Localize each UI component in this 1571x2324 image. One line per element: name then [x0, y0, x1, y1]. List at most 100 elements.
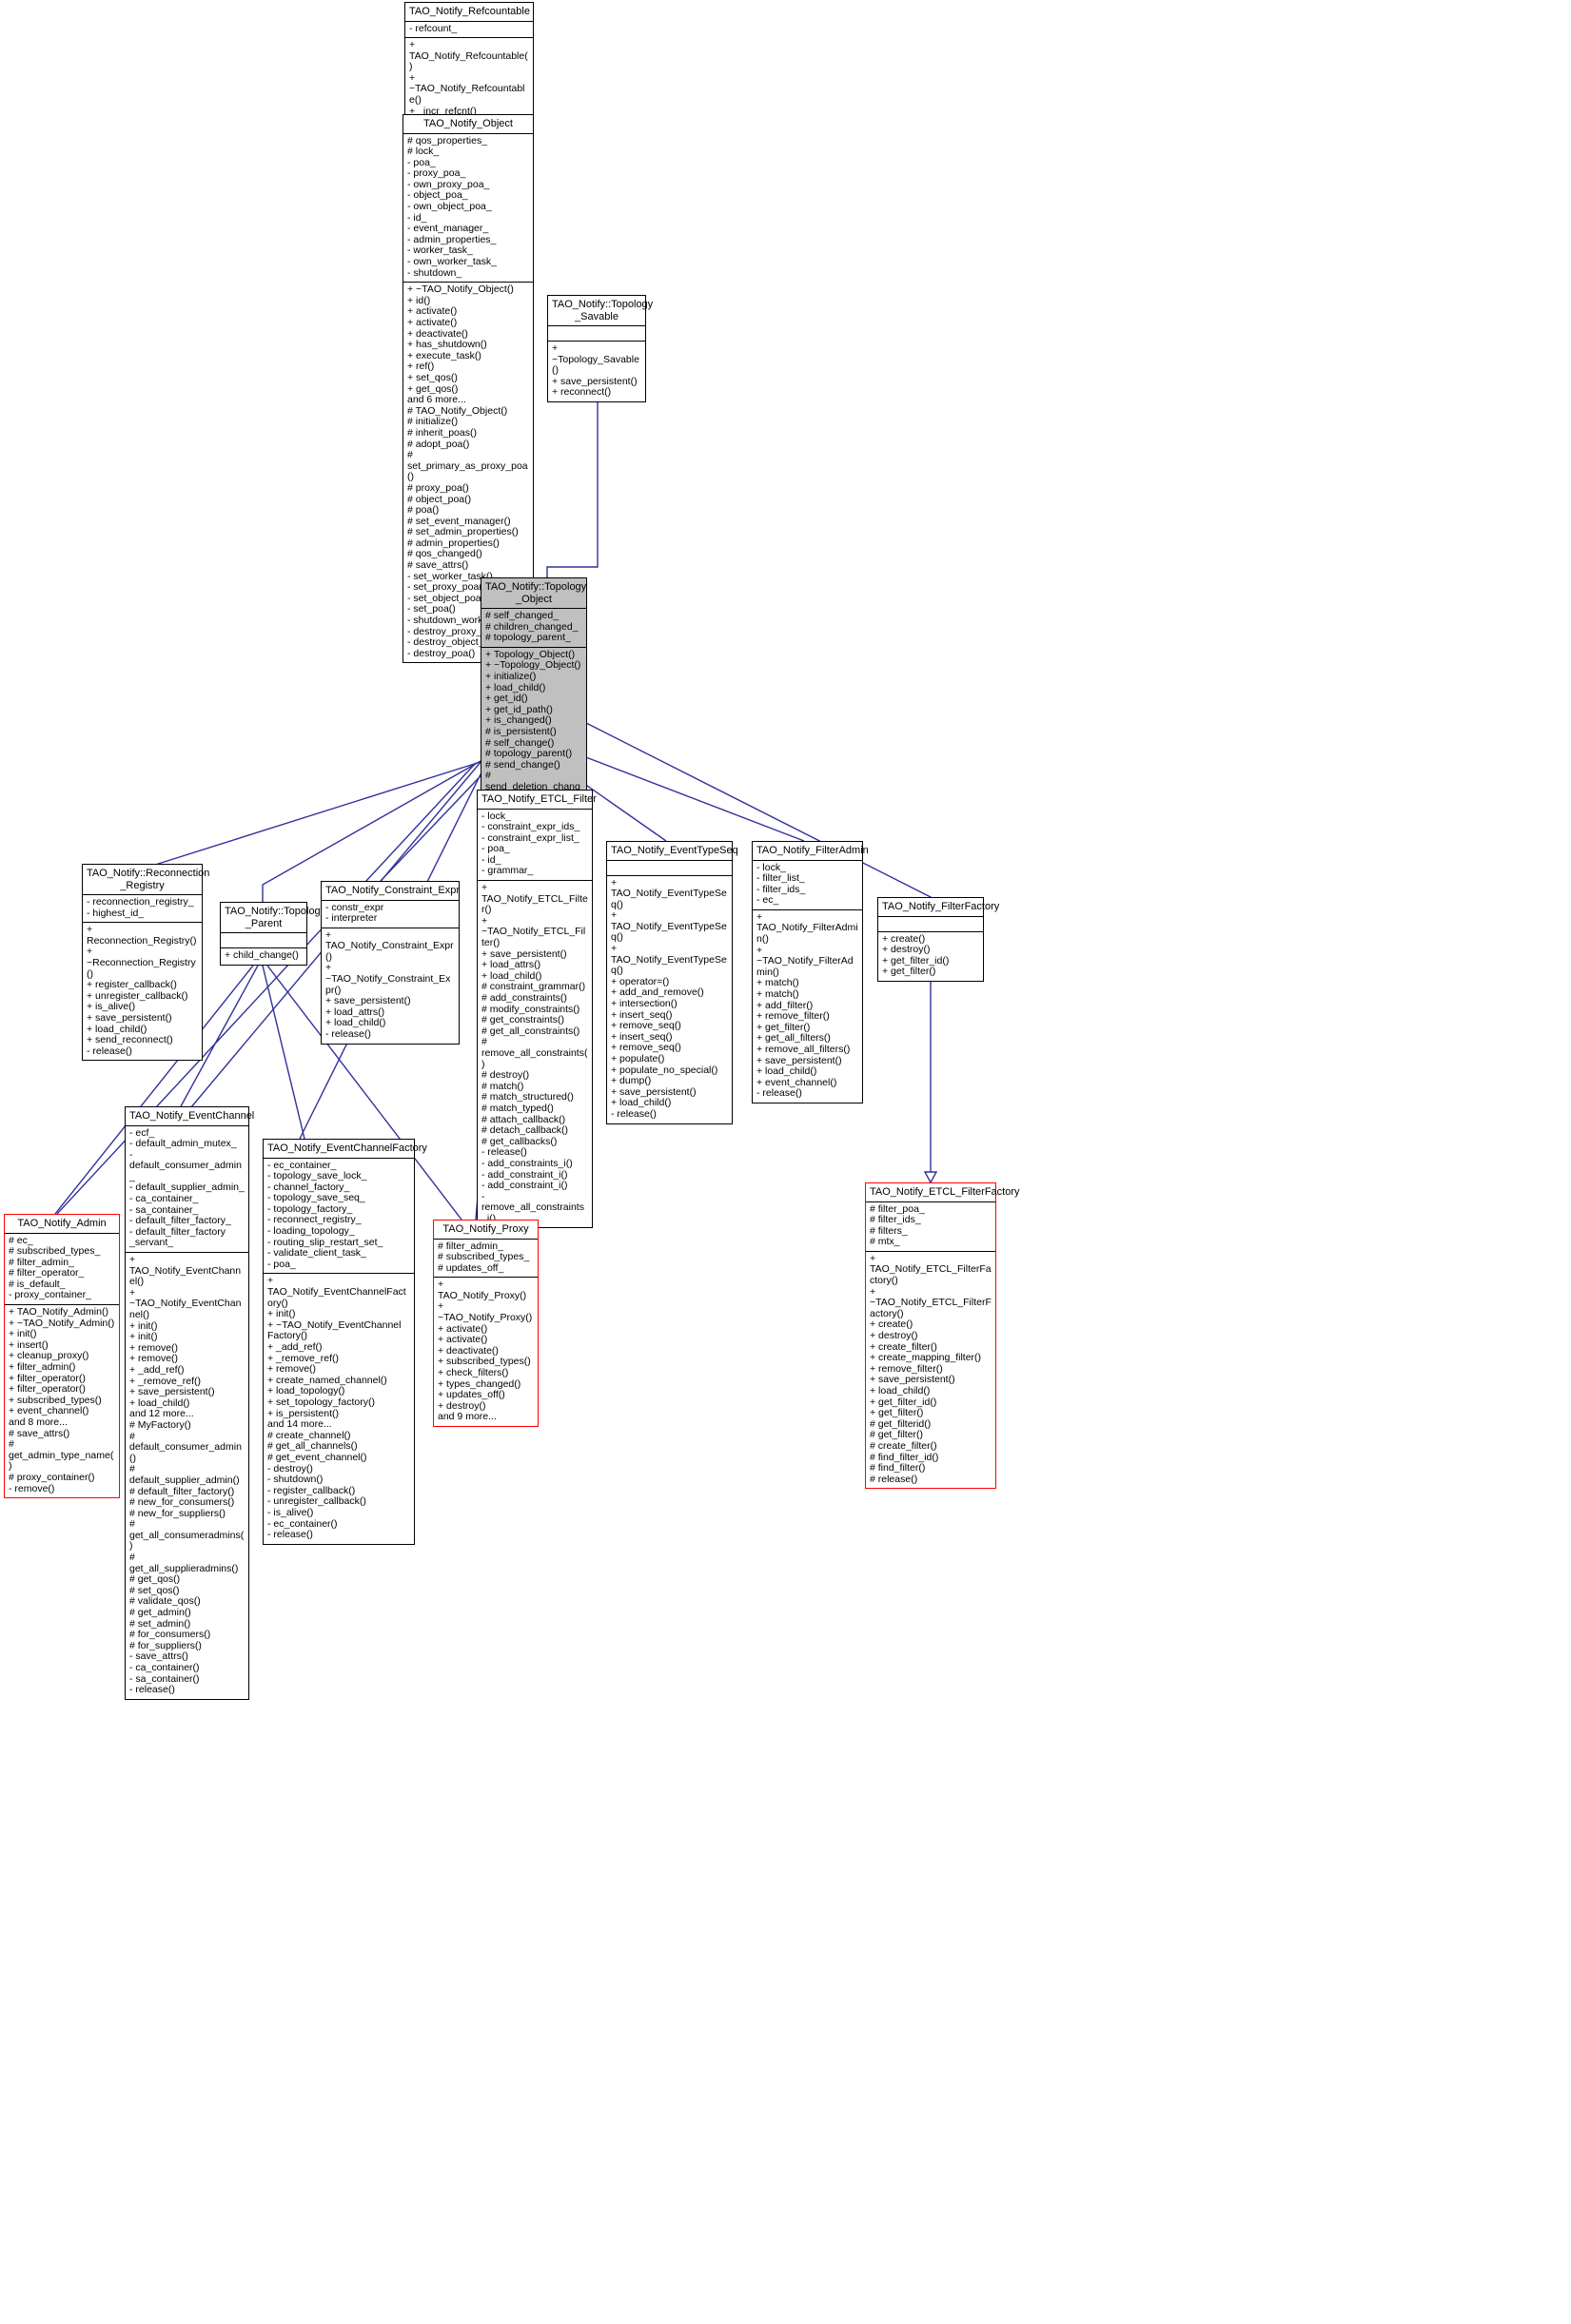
operation-row: + populate(): [611, 1053, 665, 1064]
operations-compartment: + TAO_Notify_ETCL_FilterFactory() + ~TAO_…: [866, 1252, 995, 1488]
operation-row: + ~TAO_Notify_FilterAdmin(): [756, 944, 854, 978]
attribute-row: - own_object_poa_: [407, 201, 492, 213]
operation-row: # proxy_poa(): [407, 481, 469, 494]
attributes-compartment: - ecf_ - default_admin_mutex_ - default_co…: [126, 1126, 248, 1254]
attributes-compartment: [221, 933, 306, 948]
operation-row: + _add_ref(): [129, 1363, 185, 1376]
operation-row: + save_persistent(): [129, 1386, 215, 1398]
attribute-row: - reconnection_registry_: [87, 896, 194, 908]
attributes-compartment: - reconnection_registry_ - highest_id_: [83, 895, 202, 924]
attribute-row: - filter_list_: [756, 872, 805, 885]
operation-row: - release(): [87, 1045, 132, 1057]
class-box-reconnection-registry[interactable]: TAO_Notify::Reconnection _Registry - rec…: [82, 864, 209, 1062]
operation-row: + _add_ref(): [267, 1341, 323, 1353]
operation-row: # find_filter(): [870, 1462, 926, 1474]
operation-row: # save_attrs(): [407, 559, 469, 572]
attributes-compartment: [548, 326, 645, 342]
class-box-topology-savable[interactable]: TAO_Notify::Topology _Savable + ~Topolog…: [547, 295, 653, 402]
operation-row: + register_callback(): [87, 979, 177, 991]
operation-row: # MyFactory(): [129, 1418, 191, 1431]
operation-row: # add_constraints(): [481, 992, 567, 1004]
class-name: TAO_Notify_EventTypeSeq: [607, 842, 738, 861]
operation-row: + ~TAO_Notify_EventChannel(): [129, 1286, 242, 1320]
operation-row: # default_supplier_admin(): [129, 1463, 240, 1486]
operation-row: + ~Topology_Savable(): [552, 342, 639, 377]
class-box-topology-object[interactable]: TAO_Notify::Topology _Object # self_chan…: [481, 577, 587, 819]
operations-compartment: + TAO_Notify_EventChannel() + ~TAO_Notify…: [126, 1253, 248, 1699]
attribute-row: _servant_: [129, 1237, 174, 1249]
operation-row: # inherit_poas(): [407, 426, 477, 439]
operation-row: - shutdown(): [267, 1474, 324, 1486]
attributes-compartment: - constr_expr - interpreter: [322, 901, 459, 928]
operation-row: # match_typed(): [481, 1102, 554, 1114]
operations-compartment: + ~Topology_Savable() + save_persistent()…: [548, 342, 645, 401]
attributes-compartment: - refcount_: [405, 22, 533, 39]
operation-row: + get_filter(): [882, 966, 936, 978]
attributes-compartment: [878, 917, 983, 932]
class-box-admin[interactable]: TAO_Notify_Admin # ec_ # subscribed_types…: [4, 1214, 120, 1499]
attribute-row: # updates_off_: [438, 1261, 504, 1274]
operation-row: # get_all_supplieradmins(): [129, 1552, 239, 1574]
operation-row: + get_id(): [485, 693, 528, 705]
operation-row: + destroy(): [882, 944, 931, 956]
class-name: TAO_Notify_FilterAdmin: [753, 842, 869, 861]
attribute-row: - constraint_expr_ids_: [481, 821, 580, 833]
attribute-row: # self_changed_: [485, 610, 560, 621]
operation-row: - release(): [267, 1529, 313, 1541]
operation-row: - release(): [325, 1028, 371, 1041]
class-name: TAO_Notify_Constraint_Expr: [322, 882, 460, 901]
operation-row: + ~TAO_Notify_Proxy(): [438, 1300, 533, 1324]
class-box-filter-admin[interactable]: TAO_Notify_FilterAdmin - lock_ - filter_l…: [752, 841, 869, 1103]
operation-row: + activate(): [407, 317, 458, 328]
operations-compartment: + TAO_Notify_EventChannelFactory() + init…: [264, 1274, 414, 1543]
operation-row: # destroy(): [481, 1069, 530, 1082]
operations-compartment: + TAO_Notify_EventTypeSeq() + TAO_Notify_…: [607, 876, 732, 1123]
class-name: TAO_Notify_Proxy: [434, 1221, 538, 1240]
operation-row: # release(): [870, 1473, 918, 1485]
operation-row: # adopt_poa(): [407, 438, 470, 450]
operation-row: + ~TAO_Notify_Constraint_Expr(): [325, 962, 451, 996]
attributes-compartment: - ec_container_ - topology_save_lock_ - ch…: [264, 1159, 414, 1275]
operation-row: + TAO_Notify_FilterAdmin(): [756, 910, 858, 946]
class-box-constraint-expr[interactable]: TAO_Notify_Constraint_Expr - constr_expr…: [321, 881, 460, 1045]
operation-row: + reconnect(): [552, 386, 612, 399]
class-name: TAO_Notify_ETCL_FilterFactory: [866, 1183, 1020, 1202]
operation-row: + TAO_Notify_EventChannel(): [129, 1254, 242, 1288]
operation-row: + intersection(): [611, 998, 677, 1010]
operations-compartment: + TAO_Notify_Proxy() + ~TAO_Notify_Proxy(…: [434, 1278, 538, 1426]
attribute-row: - grammar_: [481, 865, 534, 877]
class-box-proxy[interactable]: TAO_Notify_Proxy # filter_admin_ # subscr…: [433, 1220, 539, 1427]
operation-row: # detach_callback(): [481, 1124, 569, 1137]
attribute-row: - poa_: [267, 1258, 296, 1270]
operation-row: + destroy(): [870, 1330, 918, 1342]
operation-row: and 14 more...: [267, 1418, 332, 1431]
class-name: TAO_Notify_FilterFactory: [878, 898, 999, 917]
class-box-filter-factory[interactable]: TAO_Notify_FilterFactory + create() + des…: [877, 897, 999, 982]
operation-row: + ~TAO_Notify_ETCL_Filter(): [481, 914, 586, 949]
operation-row: + filter_admin(): [9, 1361, 76, 1374]
operation-row: + TAO_Notify_Proxy(): [438, 1279, 527, 1301]
class-box-event-channel-factory[interactable]: TAO_Notify_EventChannelFactory - ec_cont…: [263, 1139, 427, 1545]
operation-row: + Reconnection_Registry(): [87, 924, 197, 947]
operation-row: - release(): [756, 1087, 802, 1100]
operation-row: # topology_parent(): [485, 748, 573, 760]
class-box-event-type-seq[interactable]: TAO_Notify_EventTypeSeq + TAO_Notify_Eve…: [606, 841, 738, 1124]
operation-row: # get_admin(): [129, 1607, 191, 1619]
operation-row: + ~TAO_Notify_Refcountable(): [409, 71, 525, 107]
operation-row: + child_change(): [225, 949, 299, 961]
class-box-etcl-filter-factory[interactable]: TAO_Notify_ETCL_FilterFactory # filter_p…: [865, 1182, 1020, 1490]
operation-row: + TAO_Notify_Refcountable(): [409, 39, 528, 73]
operation-row: - is_alive(): [267, 1506, 314, 1518]
class-box-topology-parent[interactable]: TAO_Notify::Topology _Parent + child_cha…: [220, 902, 325, 966]
class-box-event-channel[interactable]: TAO_Notify_EventChannel - ecf_ - default_…: [125, 1106, 254, 1700]
attribute-row: # lock_: [407, 146, 440, 158]
attribute-row: - refcount_: [409, 22, 458, 34]
operations-compartment: + TAO_Notify_Constraint_Expr() + ~TAO_Not…: [322, 928, 459, 1044]
attribute-row: - default_admin_mutex_: [129, 1138, 237, 1150]
attribute-row: - loading_topology_: [267, 1225, 355, 1238]
class-name: TAO_Notify::Reconnection _Registry: [83, 865, 209, 895]
class-box-etcl-filter[interactable]: TAO_Notify_ETCL_Filter - lock_ - constrai…: [477, 790, 597, 1229]
operation-row: + TAO_Notify_EventTypeSeq(): [611, 909, 727, 944]
operation-row: + ~TAO_Notify_ETCL_FilterFactory(): [870, 1285, 992, 1319]
operation-row: + TAO_Notify_ETCL_FilterFactory(): [870, 1252, 992, 1287]
